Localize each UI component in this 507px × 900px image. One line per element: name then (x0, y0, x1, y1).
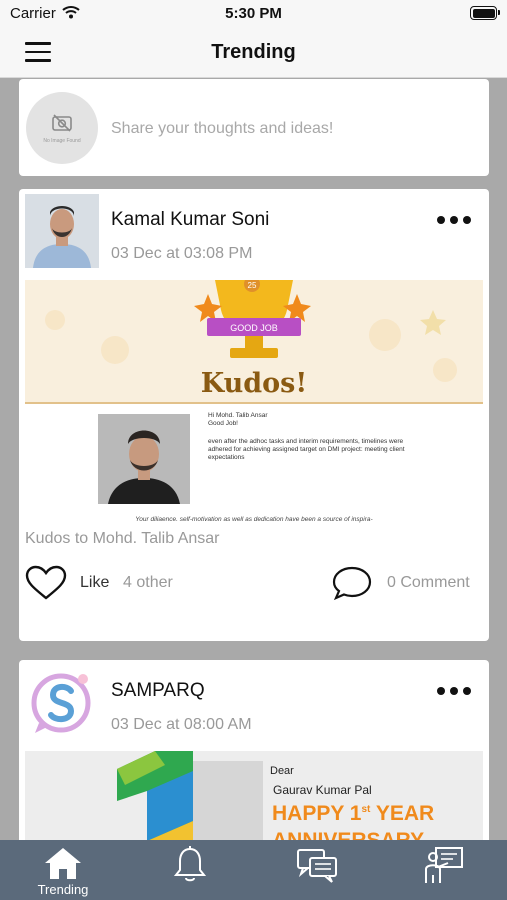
share-thoughts-input[interactable]: Share your thoughts and ideas! (111, 120, 333, 138)
tab-trending[interactable]: Trending (13, 840, 113, 900)
post-time: 03 Dec at 08:00 AM (111, 716, 252, 733)
no-image-icon (52, 114, 72, 132)
no-image-label: No Image Found (43, 138, 81, 144)
kudos-footer: Your diliaence. self-motivation as well … (135, 516, 373, 523)
tab-label-trending: Trending (37, 882, 89, 897)
post-card: Kamal Kumar Soni 03 Dec at 03:08 PM GOOD… (19, 189, 489, 641)
kudos-greeting: Hi Mohd. Talib Ansar Good Job! (208, 412, 268, 427)
svg-text:25: 25 (248, 281, 257, 290)
kudos-image[interactable]: GOOD JOB 25 Kudos! Hi Mohd. Talib Ansar … (25, 280, 483, 525)
like-label: Like (80, 574, 110, 591)
author-avatar[interactable] (25, 194, 99, 268)
comment-button[interactable]: 0 Comment (331, 565, 483, 601)
avatar-placeholder: No Image Found (26, 92, 98, 164)
post-time: 03 Dec at 03:08 PM (111, 245, 253, 262)
page-title: Trending (211, 41, 296, 63)
presentation-icon (425, 847, 463, 883)
heart-icon (25, 565, 67, 600)
more-options-icon[interactable] (437, 211, 479, 227)
anniversary-subline: ANNIVERSARY (272, 829, 424, 840)
anniversary-image[interactable]: Dear Gaurav Kumar Pal HAPPY 1st YEAR ANN… (25, 751, 483, 840)
kudos-body: Hi Mohd. Talib Ansar Good Job! even afte… (25, 404, 483, 525)
recipient-photo (98, 414, 190, 504)
post-caption: Kudos to Mohd. Talib Ansar (25, 530, 220, 547)
home-icon (45, 848, 81, 879)
anniversary-name: Gaurav Kumar Pal (273, 783, 372, 797)
feed[interactable]: No Image Found Share your thoughts and i… (0, 79, 507, 840)
kudos-title: Kudos! (200, 368, 308, 399)
tab-messages[interactable] (267, 840, 367, 900)
svg-text:GOOD JOB: GOOD JOB (230, 323, 278, 333)
post-card: SAMPARQ 03 Dec at 08:00 AM Dear Gaurav K… (19, 660, 489, 840)
like-button[interactable]: Like 4 other (25, 565, 205, 601)
nav-bar: Trending (0, 28, 507, 78)
battery-icon (470, 6, 500, 20)
author-name[interactable]: Kamal Kumar Soni (111, 209, 269, 231)
comment-icon (332, 566, 372, 601)
author-photo-image (25, 194, 99, 268)
tab-bar: Trending (0, 840, 507, 900)
kudos-message: even after the adhoc tasks and interim r… (208, 438, 405, 461)
tab-presentation[interactable] (394, 840, 494, 900)
chat-icon (297, 849, 337, 883)
samparq-logo[interactable] (25, 665, 99, 739)
bell-icon (173, 846, 207, 882)
author-name[interactable]: SAMPARQ (111, 680, 205, 702)
anniversary-headline: HAPPY 1st YEAR (272, 802, 435, 825)
more-options-icon[interactable] (437, 682, 479, 698)
comment-count: 0 Comment (387, 574, 470, 591)
like-count[interactable]: 4 other (123, 574, 173, 592)
anniversary-dear: Dear (270, 765, 294, 777)
composer-card: No Image Found Share your thoughts and i… (19, 79, 489, 176)
status-bar: Carrier 5:30 PM (0, 0, 507, 28)
samparq-logo-icon (31, 673, 91, 733)
status-time: 5:30 PM (225, 5, 282, 22)
number-one-graphic (117, 751, 263, 840)
tab-notifications[interactable] (140, 840, 240, 900)
